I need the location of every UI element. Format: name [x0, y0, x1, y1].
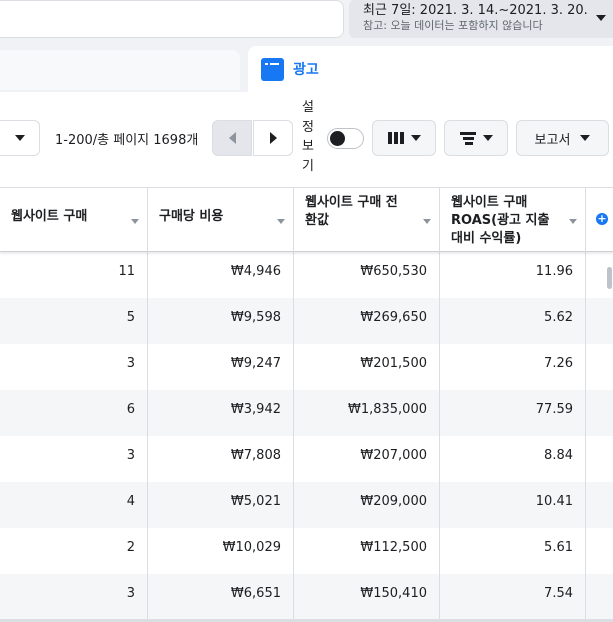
table-cell-roas: 11.96 [440, 252, 586, 298]
table-cell-roas: 8.84 [440, 436, 586, 482]
table-cell-cost-per-purchase: ₩10,029 [148, 528, 294, 574]
tab-ads-label: 광고 [293, 62, 319, 78]
ads-tab-icon [261, 57, 284, 81]
sort-caret-icon[interactable] [423, 219, 431, 224]
date-range-label: 최근 7일: 2021. 3. 14.~2021. 3. 20. [363, 3, 588, 18]
settings-view-label: 설정보기 [302, 100, 314, 174]
table-row[interactable]: 3 ₩9,247 ₩201,500 7.26 [0, 344, 613, 390]
table-row[interactable]: 2 ₩10,029 ₩112,500 5.61 [0, 528, 613, 574]
chevron-down-icon [596, 15, 606, 21]
table-cell-cost-per-purchase: ₩5,021 [148, 482, 294, 528]
table-cell-conversion-value: ₩269,650 [294, 298, 440, 344]
breakdown-icon [459, 131, 476, 145]
table-cell-purchases: 6 [0, 390, 148, 436]
table-cell-conversion-value: ₩201,500 [294, 344, 440, 390]
tab-ads[interactable]: 광고 [248, 46, 613, 92]
table-row[interactable]: 3 ₩7,808 ₩207,000 8.84 [0, 436, 613, 482]
table-cell-roas: 7.54 [440, 574, 586, 620]
settings-view-toggle[interactable] [327, 128, 364, 149]
table-cell-purchases: 3 [0, 344, 148, 390]
search-input[interactable] [0, 0, 344, 38]
table-cell-conversion-value: ₩650,530 [294, 252, 440, 298]
column-header-roas[interactable]: 웹사이트 구매 ROAS(광고 지출 대비 수익률) [440, 188, 586, 252]
prev-page-button[interactable] [212, 120, 252, 156]
table-cell-cost-per-purchase: ₩3,942 [148, 390, 294, 436]
chevron-down-icon [15, 135, 25, 141]
table-header: 웹사이트 구매 구매당 비용 웹사이트 구매 전환값 웹사이트 구매 ROAS(… [0, 188, 613, 252]
toggle-knob [330, 131, 345, 146]
table-cell-cost-per-purchase: ₩4,946 [148, 252, 294, 298]
pagination-text: 1-200/총 페이지 1698개 [55, 133, 199, 148]
data-table: 웹사이트 구매 구매당 비용 웹사이트 구매 전환값 웹사이트 구매 ROAS(… [0, 187, 613, 622]
sort-caret-icon[interactable] [569, 219, 577, 224]
sort-caret-icon[interactable] [277, 219, 285, 224]
table-cell-conversion-value: ₩207,000 [294, 436, 440, 482]
table-cell-purchases: 4 [0, 482, 148, 528]
toolbar: 1-200/총 페이지 1698개 설정보기 보고서 [0, 92, 613, 187]
table-cell-conversion-value: ₩1,835,000 [294, 390, 440, 436]
column-header-website-purchases[interactable]: 웹사이트 구매 [0, 188, 148, 252]
table-cell-purchases: 5 [0, 298, 148, 344]
plus-circle-icon[interactable]: + [596, 213, 608, 225]
triangle-left-icon [228, 132, 236, 144]
table-cell-purchases: 3 [0, 574, 148, 620]
breakdown-button[interactable] [444, 120, 508, 156]
table-row[interactable]: 5 ₩9,598 ₩269,650 5.62 [0, 298, 613, 344]
table-cell-conversion-value: ₩112,500 [294, 528, 440, 574]
chevron-down-icon [482, 135, 493, 141]
sort-caret-icon[interactable] [131, 219, 139, 224]
table-cell-cost-per-purchase: ₩9,247 [148, 344, 294, 390]
table-cell-cost-per-purchase: ₩9,598 [148, 298, 294, 344]
table-row[interactable]: 11 ₩4,946 ₩650,530 11.96 [0, 252, 613, 298]
table-cell-roas: 5.62 [440, 298, 586, 344]
table-row[interactable]: 4 ₩5,021 ₩209,000 10.41 [0, 482, 613, 528]
table-cell-conversion-value: ₩209,000 [294, 482, 440, 528]
table-cell-conversion-value: ₩150,410 [294, 574, 440, 620]
table-cell-cost-per-purchase: ₩6,651 [148, 574, 294, 620]
columns-icon [387, 132, 404, 144]
table-cell-roas: 5.61 [440, 528, 586, 574]
table-row[interactable]: 3 ₩6,651 ₩150,410 7.54 [0, 574, 613, 620]
table-cell-roas: 10.41 [440, 482, 586, 528]
chevron-down-icon [410, 135, 421, 141]
reports-label: 보고서 [534, 132, 571, 148]
date-range-picker[interactable]: 최근 7일: 2021. 3. 14.~2021. 3. 20. 참고: 오늘 … [349, 0, 613, 38]
table-cell-roas: 7.26 [440, 344, 586, 390]
tab-ad-sets[interactable] [0, 50, 240, 90]
next-page-button[interactable] [253, 120, 293, 156]
table-cell-cost-per-purchase: ₩7,808 [148, 436, 294, 482]
columns-button[interactable] [372, 120, 436, 156]
table-cell-purchases: 11 [0, 252, 148, 298]
table-cell-roas: 77.59 [440, 390, 586, 436]
table-cell-purchases: 2 [0, 528, 148, 574]
chevron-down-icon [580, 135, 591, 141]
table-row[interactable]: 6 ₩3,942 ₩1,835,000 77.59 [0, 390, 613, 436]
vertical-scrollbar[interactable] [607, 267, 612, 289]
reports-button[interactable]: 보고서 [516, 120, 609, 156]
date-range-note: 참고: 오늘 데이터는 포함하지 않습니다 [363, 19, 543, 32]
column-header-conversion-value[interactable]: 웹사이트 구매 전환값 [294, 188, 440, 252]
column-header-cost-per-purchase[interactable]: 구매당 비용 [148, 188, 294, 252]
table-cell-purchases: 3 [0, 436, 148, 482]
triangle-right-icon [269, 132, 277, 144]
edit-dropdown-button[interactable] [0, 120, 40, 156]
